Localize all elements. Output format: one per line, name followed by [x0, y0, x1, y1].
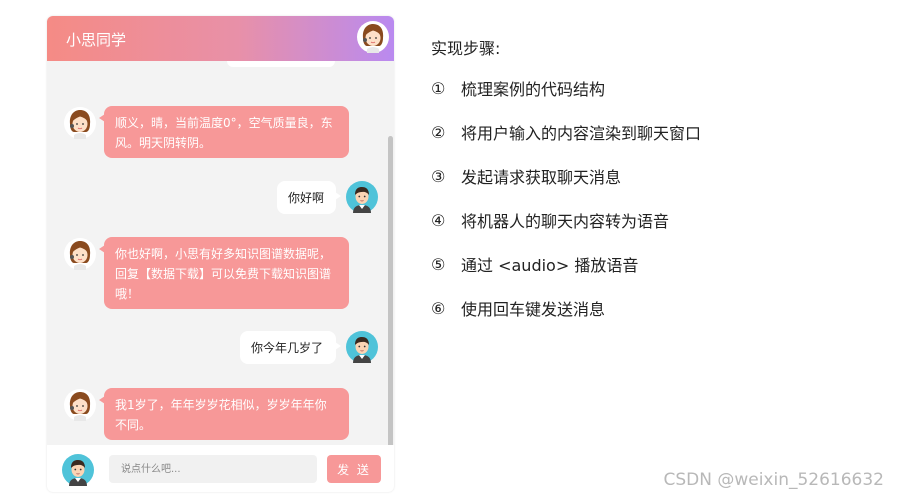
step-text: 将用户输入的内容渲染到聊天窗口	[461, 124, 702, 143]
girl-avatar-icon	[64, 389, 96, 421]
bot-message-bubble: 顺义，晴，当前温度0°，空气质量良，东风。明天阴转阴。	[99, 106, 349, 158]
message-input[interactable]	[109, 455, 317, 483]
send-button[interactable]: 发 送	[327, 455, 381, 483]
steps-title: 实现步骤:	[431, 39, 501, 58]
step-number: ②	[431, 122, 446, 142]
step-item: ⑤ 通过 <audio> 播放语音	[431, 250, 701, 278]
step-text: 使用回车键发送消息	[461, 300, 606, 319]
girl-avatar-icon	[64, 107, 96, 139]
chat-footer: 发 送	[47, 445, 394, 492]
step-text: 将机器人的聊天内容转为语音	[461, 212, 670, 231]
step-text: 通过 <audio> 播放语音	[461, 256, 639, 275]
steps-panel: 实现步骤: ① 梳理案例的代码结构 ② 将用户输入的内容渲染到聊天窗口 ③ 发起…	[431, 35, 701, 338]
step-item: ③ 发起请求获取聊天消息	[431, 162, 701, 190]
step-number: ①	[431, 78, 446, 98]
step-number: ④	[431, 210, 446, 230]
chat-title: 小思同学	[66, 31, 127, 49]
partial-message-bubble	[227, 61, 335, 67]
girl-avatar-icon	[357, 21, 389, 53]
step-item: ④ 将机器人的聊天内容转为语音	[431, 206, 701, 234]
bot-message-bubble: 我1岁了，年年岁岁花相似，岁岁年年你不同。	[99, 388, 349, 440]
step-text: 发起请求获取聊天消息	[461, 168, 622, 187]
girl-avatar-icon	[64, 238, 96, 270]
step-item: ② 将用户输入的内容渲染到聊天窗口	[431, 118, 701, 146]
boy-avatar-icon	[62, 454, 94, 486]
boy-avatar-icon	[346, 331, 378, 363]
boy-avatar-icon	[346, 181, 378, 213]
scrollbar[interactable]	[388, 136, 393, 468]
bot-message-bubble: 你也好啊，小思有好多知识图谱数据呢，回复【数据下载】可以免费下载知识图谱哦！	[99, 237, 349, 309]
watermark: CSDN @weixin_52616632	[663, 470, 884, 490]
user-message-bubble: 你好啊	[277, 181, 341, 214]
chat-window: 小思同学 顺义，晴，当前温度0°，空气质量良，东风。明天阴转阴。 你好啊 你也好…	[47, 16, 394, 492]
message-list[interactable]: 顺义，晴，当前温度0°，空气质量良，东风。明天阴转阴。 你好啊 你也好啊，小思有…	[47, 61, 394, 445]
step-item: ① 梳理案例的代码结构	[431, 74, 701, 102]
step-text: 梳理案例的代码结构	[461, 80, 606, 99]
step-number: ⑤	[431, 254, 446, 274]
step-item: ⑥ 使用回车键发送消息	[431, 294, 701, 322]
user-message-bubble: 你今年几岁了	[240, 331, 341, 364]
chat-header: 小思同学	[47, 16, 394, 61]
step-number: ③	[431, 166, 446, 186]
step-number: ⑥	[431, 298, 446, 318]
